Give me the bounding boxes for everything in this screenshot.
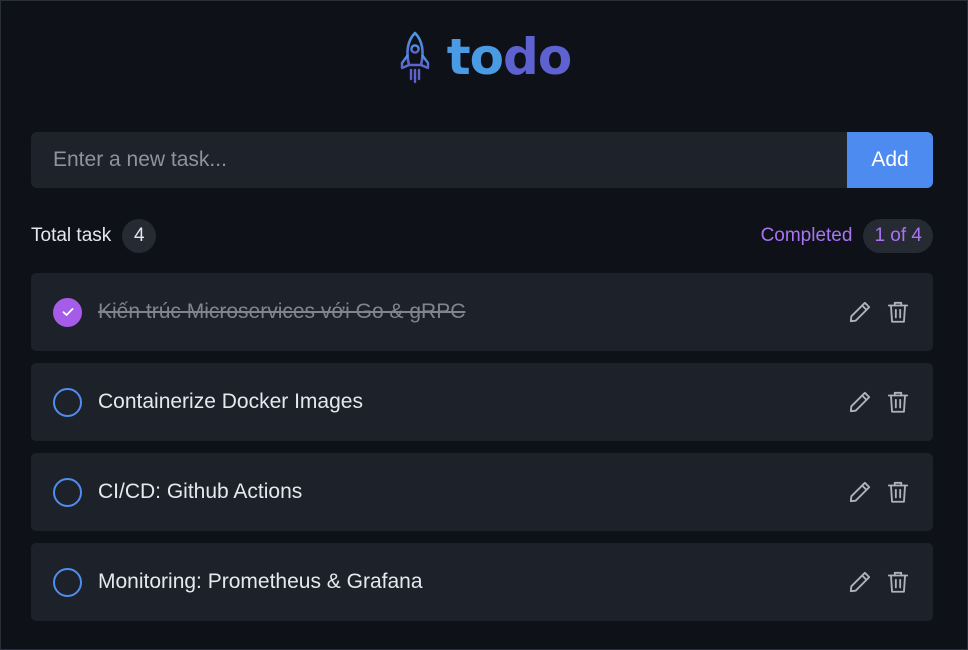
add-task-form: Add (31, 132, 933, 188)
pencil-icon[interactable] (847, 299, 873, 325)
task-title: Kiến trúc Microservices với Go & gRPC (98, 300, 466, 323)
rocket-icon (397, 29, 433, 85)
add-task-button[interactable]: Add (847, 132, 933, 188)
task-stats: Total task 4 Completed 1 of 4 (31, 219, 933, 253)
task-checkbox[interactable] (53, 477, 82, 507)
task-actions (847, 569, 911, 595)
trash-icon[interactable] (885, 389, 911, 415)
logo-text-part2: do (503, 28, 572, 86)
task-checkbox[interactable] (53, 387, 82, 417)
new-task-input[interactable] (31, 132, 847, 188)
task-title: Containerize Docker Images (98, 390, 363, 413)
completed-stat: Completed 1 of 4 (761, 219, 933, 253)
task-item: CI/CD: Github Actions (31, 453, 933, 531)
completed-count-badge: 1 of 4 (863, 219, 933, 253)
checkmark-icon (62, 308, 73, 316)
todo-app: todo Add Total task 4 Completed 1 of 4 K… (0, 0, 968, 650)
logo-text-part1: to (446, 28, 504, 86)
task-list: Kiến trúc Microservices với Go & gRPC Co… (31, 273, 933, 633)
logo-wordmark: todo (446, 28, 572, 86)
pencil-icon[interactable] (847, 569, 873, 595)
trash-icon[interactable] (885, 569, 911, 595)
task-item: Kiến trúc Microservices với Go & gRPC (31, 273, 933, 351)
completed-label: Completed (760, 225, 853, 246)
total-task-count-badge: 4 (122, 219, 157, 253)
task-item: Containerize Docker Images (31, 363, 933, 441)
task-actions (847, 479, 911, 505)
task-checkbox[interactable] (53, 567, 82, 597)
task-item: Monitoring: Prometheus & Grafana (31, 543, 933, 621)
total-task-stat: Total task 4 (31, 219, 157, 253)
pencil-icon[interactable] (847, 389, 873, 415)
total-task-label: Total task (31, 225, 112, 246)
task-actions (847, 299, 911, 325)
task-title: CI/CD: Github Actions (98, 480, 303, 503)
task-actions (847, 389, 911, 415)
app-logo: todo (1, 29, 967, 85)
task-title: Monitoring: Prometheus & Grafana (98, 570, 423, 593)
trash-icon[interactable] (885, 479, 911, 505)
pencil-icon[interactable] (847, 479, 873, 505)
trash-icon[interactable] (885, 299, 911, 325)
task-checkbox-checked[interactable] (53, 297, 82, 327)
